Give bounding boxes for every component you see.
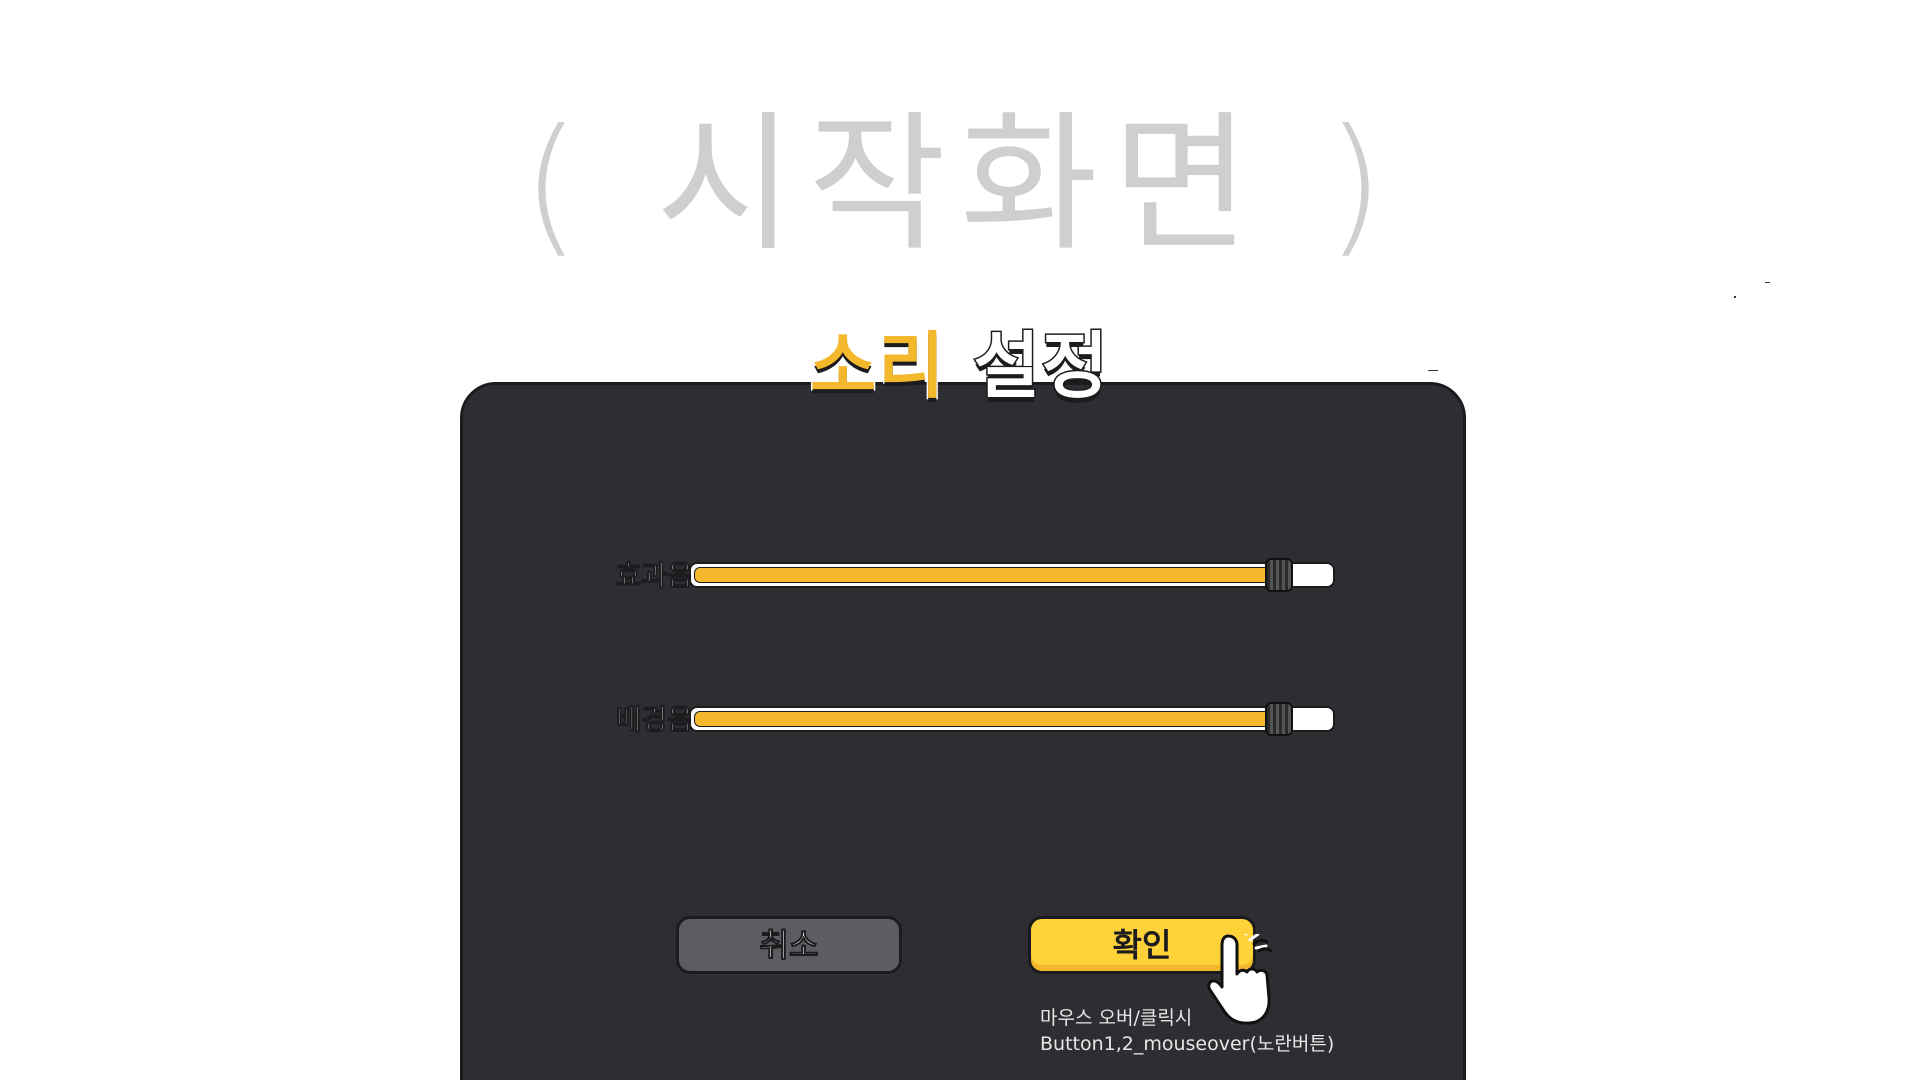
effects-volume-label: 효과음 xyxy=(615,559,693,593)
stray-mark xyxy=(1765,282,1770,283)
slider-fill xyxy=(694,567,1279,583)
dialog-title-part2: 설정 xyxy=(972,323,1111,410)
slider-thumb[interactable] xyxy=(1265,558,1293,592)
design-note-line2: Button1,2_mouseover(노란버튼) xyxy=(1040,1033,1335,1055)
effects-volume-slider[interactable] xyxy=(689,558,1335,592)
slider-fill xyxy=(694,711,1279,727)
music-volume-slider[interactable] xyxy=(689,702,1335,736)
sound-settings-dialog: 효과음 배경음 xyxy=(460,382,1466,1080)
dialog-title: 소리 설정 xyxy=(0,318,1920,414)
slider-thumb[interactable] xyxy=(1265,702,1293,736)
dialog-title-part1: 소리 xyxy=(808,323,947,410)
design-note-line1: 마우스 오버/클릭시 xyxy=(1040,1007,1193,1029)
slider-row-effects: 효과음 xyxy=(583,556,1343,596)
cancel-button[interactable]: 취소 xyxy=(676,916,902,974)
design-note: 마우스 오버/클릭시 Button1,2_mouseover(노란버튼) xyxy=(1040,1005,1420,1057)
slider-row-music: 배경음 xyxy=(583,700,1343,740)
music-volume-label: 배경음 xyxy=(615,703,693,737)
background-caption: ( 시작화면 ) xyxy=(521,98,1399,272)
start-screen: ( 시작화면 ) 효과음 배경음 소리 설정 취소 확인 마우스 오버/클릭시 … xyxy=(0,0,1920,1080)
stray-mark xyxy=(1734,296,1736,298)
